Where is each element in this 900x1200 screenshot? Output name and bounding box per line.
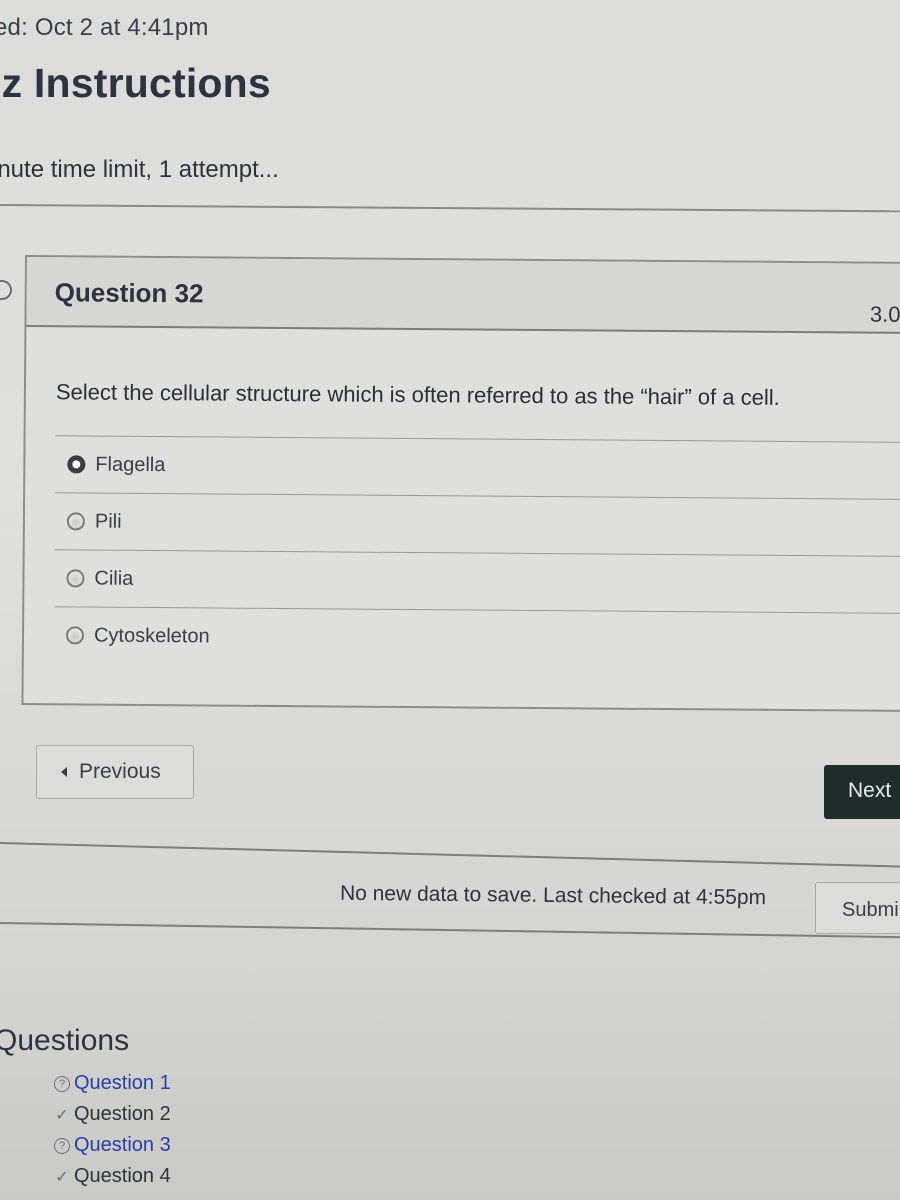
quiz-summary[interactable]: inute time limit, 1 attempt... [0,156,279,184]
question-points: 3.0 [869,301,900,327]
question-list: ? Question 1 ✓ Question 2 ? Question 3 ✓… [54,1068,171,1192]
divider [0,204,900,213]
radio-selected[interactable] [67,455,86,474]
caret-left-icon [61,767,67,777]
check-icon: ✓ [55,1168,69,1186]
check-icon: ✓ [55,1106,69,1124]
answer-option[interactable]: Flagella [55,435,900,499]
previous-label: Previous [79,760,161,783]
submit-quiz-button[interactable]: Submi [815,882,900,934]
question-header: Question 32 3.0 [26,257,900,335]
help-icon: ? [54,1075,70,1092]
radio-unselected[interactable] [66,569,85,588]
divider [0,842,900,869]
question-link[interactable]: ✓ Question 4 [54,1161,171,1192]
question-link[interactable]: ? Question 3 [54,1130,171,1161]
answer-label: Flagella [95,453,166,476]
question-name: Question 32 [54,277,204,309]
previous-button[interactable]: Previous [36,745,194,799]
radio-unselected[interactable] [66,512,85,531]
question-text: Select the cellular structure which is o… [55,379,780,410]
divider [0,922,900,939]
question-link-label: Question 2 [74,1103,171,1125]
answer-option[interactable]: Cytoskeleton [53,606,900,670]
flag-question-icon[interactable] [0,280,12,300]
due-date: ed: Oct 2 at 4:41pm [0,14,209,41]
question-link[interactable]: ✓ Question 2 [54,1099,171,1130]
answer-label: Pili [94,510,122,533]
answer-option[interactable]: Cilia [54,549,900,613]
next-button[interactable]: Next [824,765,900,819]
save-status: No new data to save. Last checked at 4:5… [339,881,767,910]
answer-option[interactable]: Pili [54,492,900,556]
page-title: iz Instructions [0,60,271,106]
answer-list: Flagella Pili Cilia Cytoskeleton [53,435,900,670]
answer-label: Cilia [94,567,134,590]
answer-label: Cytoskeleton [93,624,210,647]
question-link[interactable]: ? Question 1 [54,1068,171,1099]
question-link-label: Question 1 [74,1072,171,1094]
radio-unselected[interactable] [65,626,85,645]
question-card: Question 32 3.0 Select the cellular stru… [21,255,900,713]
question-link-label: Question 3 [74,1134,171,1156]
help-icon: ? [54,1137,70,1154]
questions-heading: Questions [0,1024,130,1057]
question-link-label: Question 4 [74,1165,171,1187]
